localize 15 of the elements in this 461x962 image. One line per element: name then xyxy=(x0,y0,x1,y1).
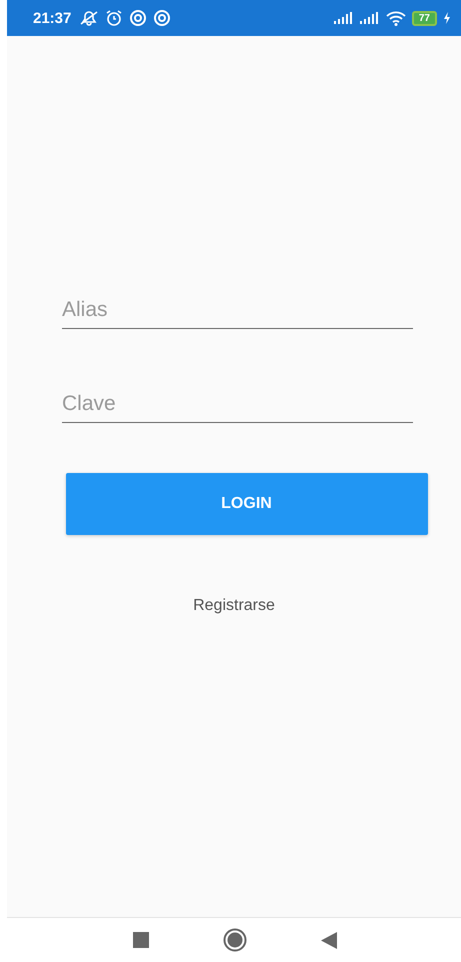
battery-level: 77 xyxy=(412,10,437,26)
charging-icon xyxy=(443,12,451,24)
alarm-icon xyxy=(105,9,124,27)
wifi-icon xyxy=(386,10,406,26)
input-field[interactable]: Clave xyxy=(62,384,413,423)
muted-bell-icon xyxy=(79,10,100,26)
home-icon[interactable] xyxy=(223,928,247,952)
clock: 21:37 xyxy=(33,10,72,26)
back-icon[interactable] xyxy=(321,932,337,948)
input-field[interactable]: Alias xyxy=(62,290,413,329)
circle-icon xyxy=(153,9,172,27)
signal-icon xyxy=(334,12,354,24)
circle-icon xyxy=(129,9,148,27)
register-link[interactable]: Registrarse xyxy=(193,597,275,615)
signal-icon xyxy=(360,12,380,24)
